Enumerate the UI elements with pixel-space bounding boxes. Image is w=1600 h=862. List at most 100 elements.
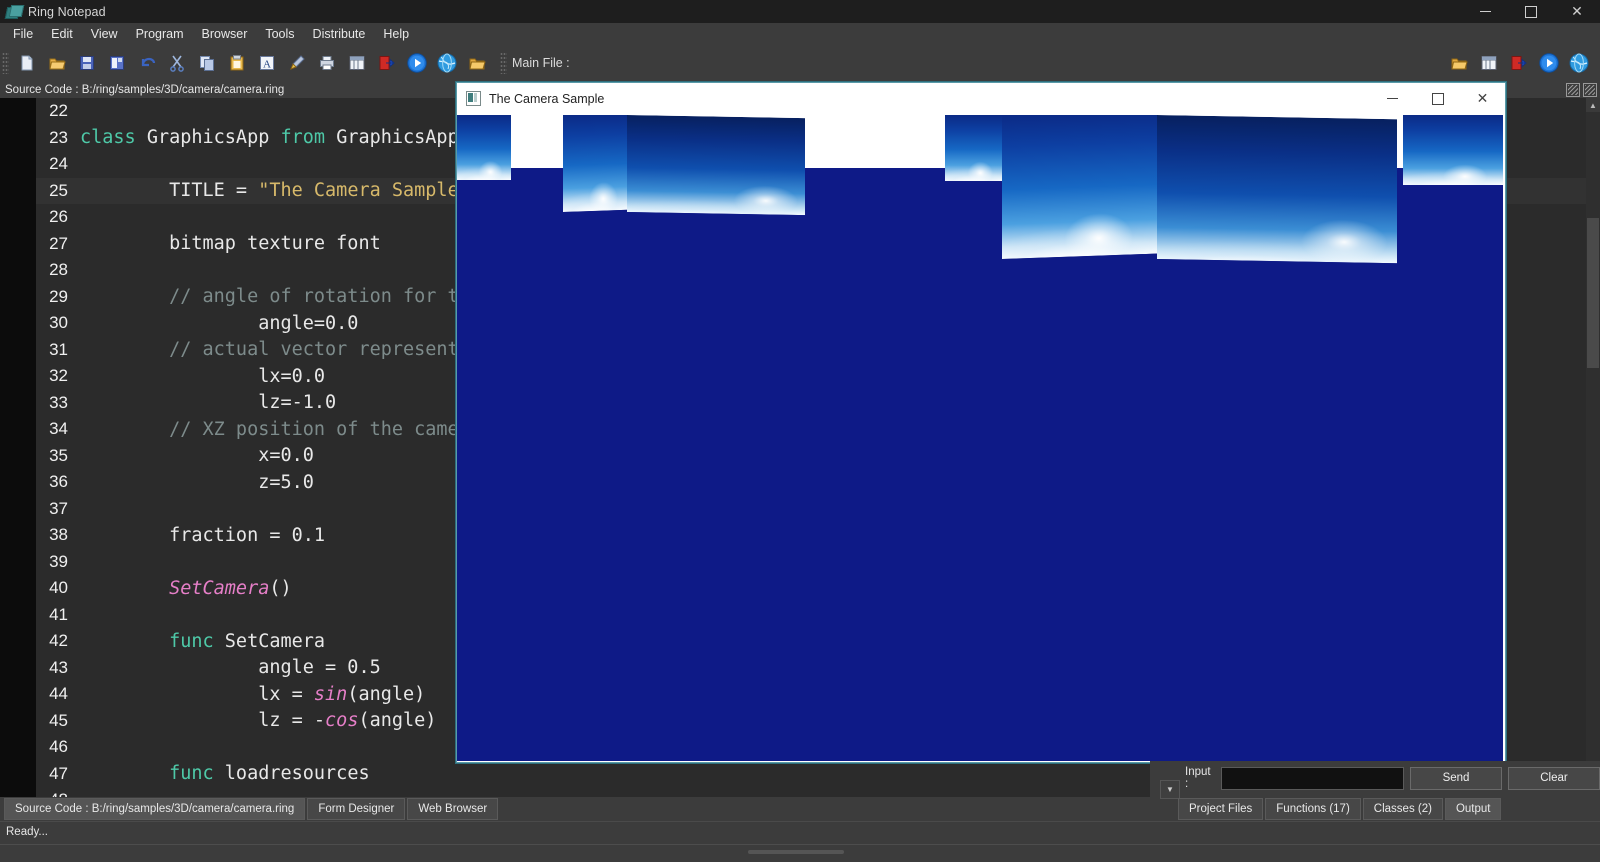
code-token: TITLE =	[80, 180, 259, 202]
cut-button[interactable]	[162, 48, 192, 78]
debug-button[interactable]	[372, 48, 402, 78]
line-number: 34	[49, 419, 68, 439]
float-panel-icon[interactable]	[1566, 83, 1580, 97]
line-number: 38	[49, 525, 68, 545]
scroll-up-icon[interactable]: ▲	[1586, 98, 1600, 112]
code-line-text: fraction = 0.1	[80, 525, 325, 546]
tab-output[interactable]: Output	[1444, 798, 1502, 820]
output-panel-tabs: Project Files Functions (17) Classes (2)…	[1178, 797, 1600, 821]
cube-face	[1403, 115, 1503, 185]
code-line-text: func SetCamera	[80, 631, 325, 652]
tab-form-designer[interactable]: Form Designer	[307, 798, 406, 820]
tab-web-browser[interactable]: Web Browser	[407, 798, 499, 820]
form-designer-button[interactable]	[342, 48, 372, 78]
line-number: 39	[49, 551, 68, 571]
line-number: 42	[49, 631, 68, 651]
camera-window-titlebar: The Camera Sample ✕	[457, 83, 1505, 115]
font-button[interactable]: A	[252, 48, 282, 78]
code-token: // angle of rotation for t	[80, 286, 459, 308]
run-button-right[interactable]	[1534, 48, 1564, 78]
ring-notepad-icon	[4, 4, 25, 19]
line-number: 32	[49, 366, 68, 386]
code-line-text: angle=0.0	[80, 313, 358, 334]
output-scroll-down-icon[interactable]: ▼	[1160, 780, 1180, 799]
cube-2	[563, 115, 628, 212]
new-file-icon	[21, 55, 33, 71]
maximize-icon	[1525, 5, 1537, 18]
form-designer-button-right[interactable]	[1474, 48, 1504, 78]
save-file-button[interactable]	[72, 48, 102, 78]
main-toolbar: A Main File:	[0, 45, 1600, 82]
code-line-text: // XZ position of the came	[80, 419, 459, 440]
undo-button[interactable]	[132, 48, 162, 78]
toolbar-grip[interactable]	[2, 52, 9, 74]
menu-view[interactable]: View	[82, 24, 127, 44]
web-browser-button-right[interactable]	[1564, 48, 1594, 78]
output-input-field[interactable]	[1221, 766, 1404, 790]
code-token: lx=0.0	[80, 365, 326, 387]
menu-browser[interactable]: Browser	[193, 24, 257, 44]
window-maximize-button[interactable]	[1508, 0, 1554, 23]
scrollbar-thumb[interactable]	[1587, 218, 1599, 368]
menu-tools[interactable]: Tools	[256, 24, 303, 44]
menu-program[interactable]: Program	[127, 24, 193, 44]
minimize-icon	[1387, 98, 1398, 99]
cut-icon	[170, 55, 184, 72]
svg-text:A: A	[263, 59, 271, 71]
code-token: (angle)	[358, 710, 437, 732]
open-folder-button[interactable]	[462, 48, 492, 78]
toolbar-grip-2[interactable]	[500, 52, 507, 74]
debug-button-right[interactable]	[1504, 48, 1534, 78]
clear-button[interactable]: Clear	[1508, 766, 1600, 790]
open-folder-button-right[interactable]	[1444, 48, 1474, 78]
window-close-button[interactable]: ✕	[1554, 0, 1600, 23]
web-browser-icon	[437, 53, 457, 73]
window-minimize-button[interactable]	[1462, 0, 1508, 23]
code-token: "The Camera Sample	[258, 180, 459, 202]
tab-functions[interactable]: Functions (17)	[1265, 798, 1361, 820]
new-file-button[interactable]	[12, 48, 42, 78]
code-token: GraphicsApp	[146, 127, 281, 149]
cube-face	[457, 115, 511, 180]
code-line-text: lx = sin(angle)	[80, 684, 425, 705]
code-line-text: z=5.0	[80, 472, 314, 493]
camera-close-button[interactable]: ✕	[1460, 83, 1505, 114]
code-line-text: lz=-1.0	[80, 392, 336, 413]
code-line-text: TITLE = "The Camera Sample	[80, 180, 459, 201]
camera-minimize-button[interactable]	[1370, 83, 1415, 114]
camera-sample-window[interactable]: The Camera Sample ✕	[456, 82, 1506, 763]
menu-file[interactable]: File	[4, 24, 42, 44]
send-button[interactable]: Send	[1410, 766, 1502, 790]
style-brush-button[interactable]	[282, 48, 312, 78]
camera-maximize-button[interactable]	[1415, 83, 1460, 114]
cube-1	[457, 115, 511, 180]
code-token: // XZ position of the came	[80, 418, 459, 440]
open-file-button[interactable]	[42, 48, 72, 78]
menu-help[interactable]: Help	[374, 24, 418, 44]
cube-face	[1157, 115, 1397, 264]
print-button[interactable]	[312, 48, 342, 78]
save-as-icon	[110, 56, 124, 70]
line-number-gutter	[0, 98, 36, 797]
save-as-button[interactable]	[102, 48, 132, 78]
tab-source-code[interactable]: Source Code : B:/ring/samples/3D/camera/…	[4, 798, 306, 820]
code-token: func	[80, 763, 225, 785]
run-button[interactable]	[402, 48, 432, 78]
menu-distribute[interactable]: Distribute	[304, 24, 375, 44]
tab-project-files[interactable]: Project Files	[1178, 798, 1264, 820]
opengl-render-canvas[interactable]	[457, 115, 1503, 761]
menu-edit[interactable]: Edit	[42, 24, 82, 44]
editor-vertical-scrollbar[interactable]: ▲ ▼	[1586, 98, 1600, 797]
run-icon	[407, 53, 427, 73]
copy-button[interactable]	[192, 48, 222, 78]
code-token: lx =	[80, 683, 314, 705]
tab-classes[interactable]: Classes (2)	[1362, 798, 1443, 820]
close-panel-icon[interactable]	[1583, 83, 1597, 97]
code-line-text: // angle of rotation for t	[80, 286, 459, 307]
paste-button[interactable]	[222, 48, 252, 78]
status-text: Ready...	[6, 826, 48, 838]
code-line-text: x=0.0	[80, 445, 314, 466]
web-browser-button[interactable]	[432, 48, 462, 78]
code-token: x=0.0	[80, 445, 314, 467]
status-bar: Ready...	[0, 821, 1600, 862]
